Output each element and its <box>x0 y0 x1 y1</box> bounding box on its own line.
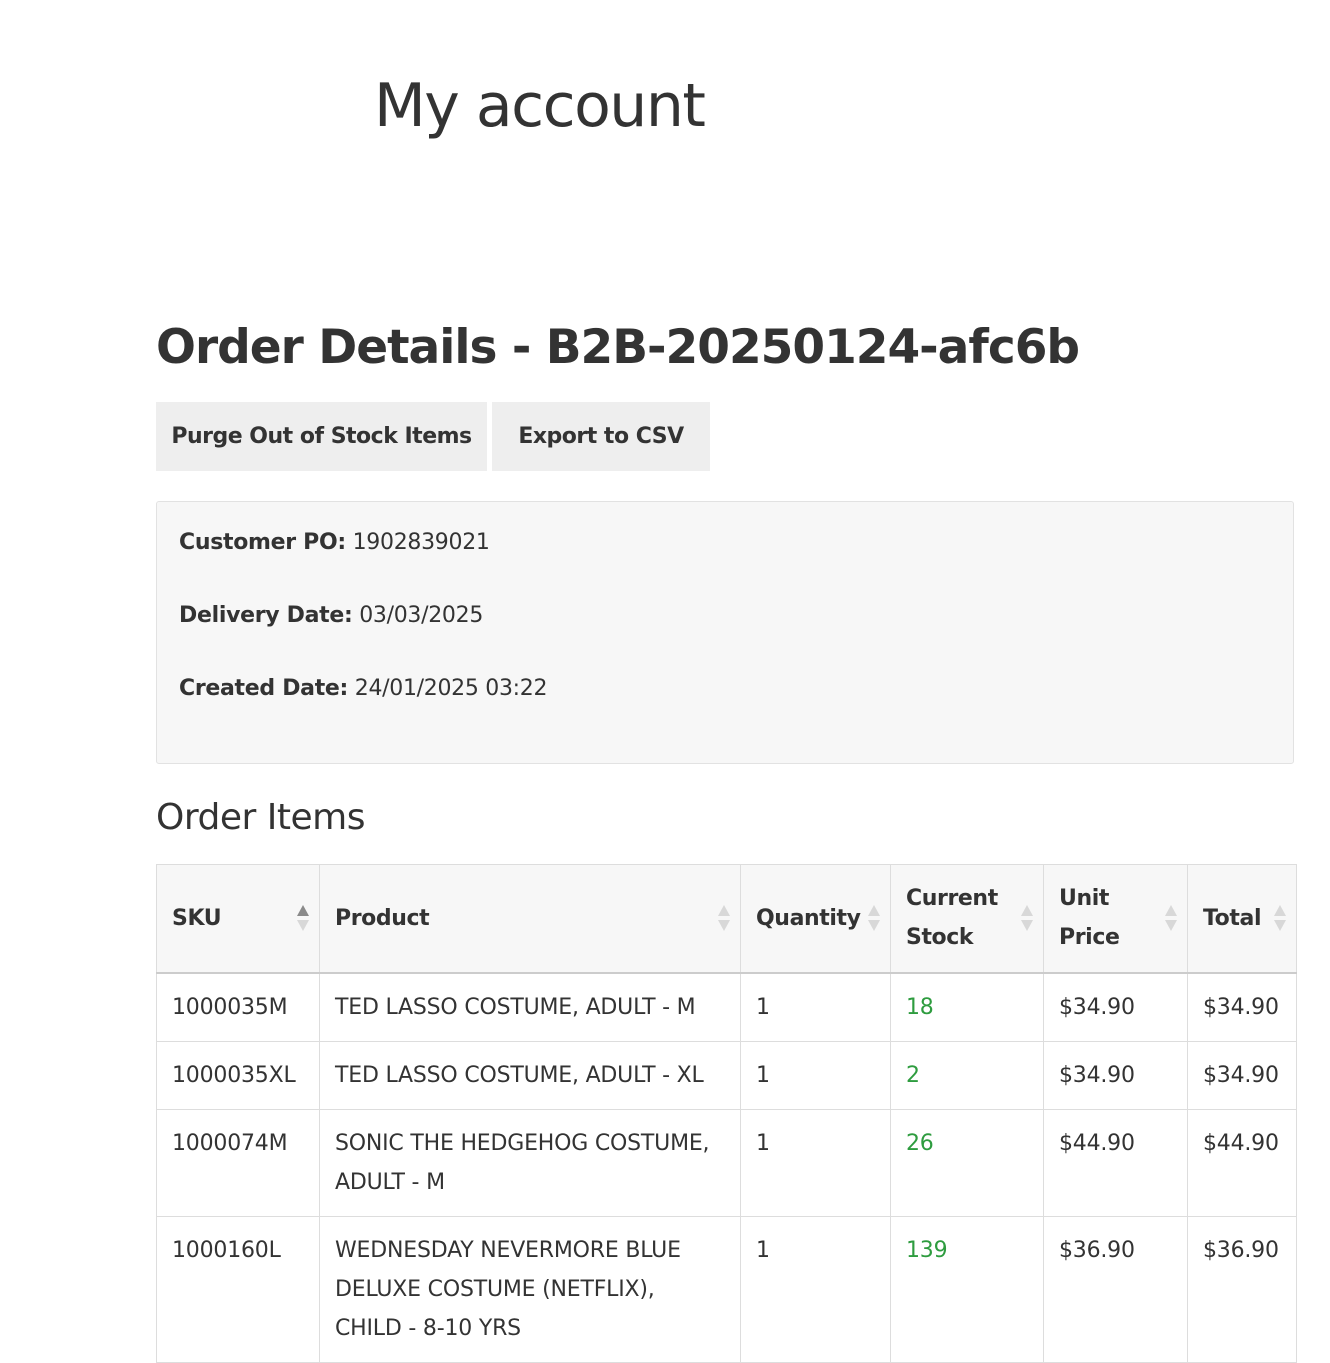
column-header-total[interactable]: Total <box>1187 864 1297 974</box>
sort-arrows-icon[interactable] <box>1165 905 1177 932</box>
delivery-date: Delivery Date: 03/03/2025 <box>179 603 483 628</box>
order-items-table: SKU Product Quantity Current Stock Unit … <box>156 864 1297 1363</box>
cell-total: $34.90 <box>1187 1040 1297 1110</box>
delivery-date-value: 03/03/2025 <box>352 603 484 628</box>
cell-product: WEDNESDAY NEVERMORE BLUE DELUXE COSTUME … <box>319 1215 741 1363</box>
purge-out-of-stock-button[interactable]: Purge Out of Stock Items <box>156 402 487 471</box>
cell-unit-price: $44.90 <box>1043 1108 1188 1217</box>
table-header-row: SKU Product Quantity Current Stock Unit … <box>156 864 1297 974</box>
cell-sku: 1000035XL <box>156 1040 320 1110</box>
cell-quantity: 1 <box>740 1040 891 1110</box>
cell-current-stock: 26 <box>890 1108 1044 1217</box>
column-header-product[interactable]: Product <box>319 864 741 974</box>
cell-product: TED LASSO COSTUME, ADULT - XL <box>319 1040 741 1110</box>
cell-quantity: 1 <box>740 1215 891 1363</box>
column-header-current-stock[interactable]: Current Stock <box>890 864 1044 974</box>
column-header-label: Total <box>1203 905 1262 931</box>
export-csv-button[interactable]: Export to CSV <box>492 402 710 471</box>
column-header-label: SKU <box>172 905 222 931</box>
column-header-label: Quantity <box>756 905 861 931</box>
cell-total: $34.90 <box>1187 972 1297 1042</box>
cell-current-stock: 139 <box>890 1215 1044 1363</box>
column-header-label: Current Stock <box>906 886 998 951</box>
table-row: 1000160L WEDNESDAY NEVERMORE BLUE DELUXE… <box>156 1215 1297 1363</box>
column-header-quantity[interactable]: Quantity <box>740 864 891 974</box>
column-header-unit-price[interactable]: Unit Price <box>1043 864 1188 974</box>
cell-sku: 1000074M <box>156 1108 320 1217</box>
table-row: 1000035XL TED LASSO COSTUME, ADULT - XL … <box>156 1040 1297 1110</box>
created-date: Created Date: 24/01/2025 03:22 <box>179 676 547 701</box>
customer-po-label: Customer PO: <box>179 530 346 555</box>
sort-arrows-icon[interactable] <box>1274 905 1286 932</box>
cell-total: $44.90 <box>1187 1108 1297 1217</box>
sort-arrows-icon[interactable] <box>718 905 730 932</box>
cell-unit-price: $34.90 <box>1043 1040 1188 1110</box>
cell-product: TED LASSO COSTUME, ADULT - M <box>319 972 741 1042</box>
cell-current-stock: 2 <box>890 1040 1044 1110</box>
order-info-panel: Customer PO: 1902839021 Delivery Date: 0… <box>156 501 1294 764</box>
sort-arrows-icon[interactable] <box>868 905 880 932</box>
cell-sku: 1000035M <box>156 972 320 1042</box>
cell-quantity: 1 <box>740 972 891 1042</box>
table-row: 1000074M SONIC THE HEDGEHOG COSTUME, ADU… <box>156 1108 1297 1217</box>
table-row: 1000035M TED LASSO COSTUME, ADULT - M 1 … <box>156 972 1297 1042</box>
column-header-label: Product <box>335 905 430 931</box>
cell-unit-price: $36.90 <box>1043 1215 1188 1363</box>
order-actions: Purge Out of Stock Items Export to CSV <box>156 402 710 471</box>
created-date-label: Created Date: <box>179 676 349 701</box>
cell-product: SONIC THE HEDGEHOG COSTUME, ADULT - M <box>319 1108 741 1217</box>
created-date-value: 24/01/2025 03:22 <box>348 676 548 701</box>
sort-arrows-icon[interactable] <box>1021 905 1033 932</box>
column-header-sku[interactable]: SKU <box>156 864 320 974</box>
delivery-date-label: Delivery Date: <box>179 603 353 628</box>
cell-current-stock: 18 <box>890 972 1044 1042</box>
column-header-label: Unit Price <box>1059 886 1120 951</box>
cell-total: $36.90 <box>1187 1215 1297 1363</box>
cell-quantity: 1 <box>740 1108 891 1217</box>
order-details-heading: Order Details - B2B-20250124-afc6b <box>156 320 1080 375</box>
customer-po: Customer PO: 1902839021 <box>179 530 490 555</box>
sort-arrows-icon[interactable] <box>297 905 309 932</box>
customer-po-value: 1902839021 <box>345 530 490 555</box>
page-title: My account <box>374 71 706 141</box>
order-items-heading: Order Items <box>156 797 365 838</box>
cell-unit-price: $34.90 <box>1043 972 1188 1042</box>
cell-sku: 1000160L <box>156 1215 320 1363</box>
